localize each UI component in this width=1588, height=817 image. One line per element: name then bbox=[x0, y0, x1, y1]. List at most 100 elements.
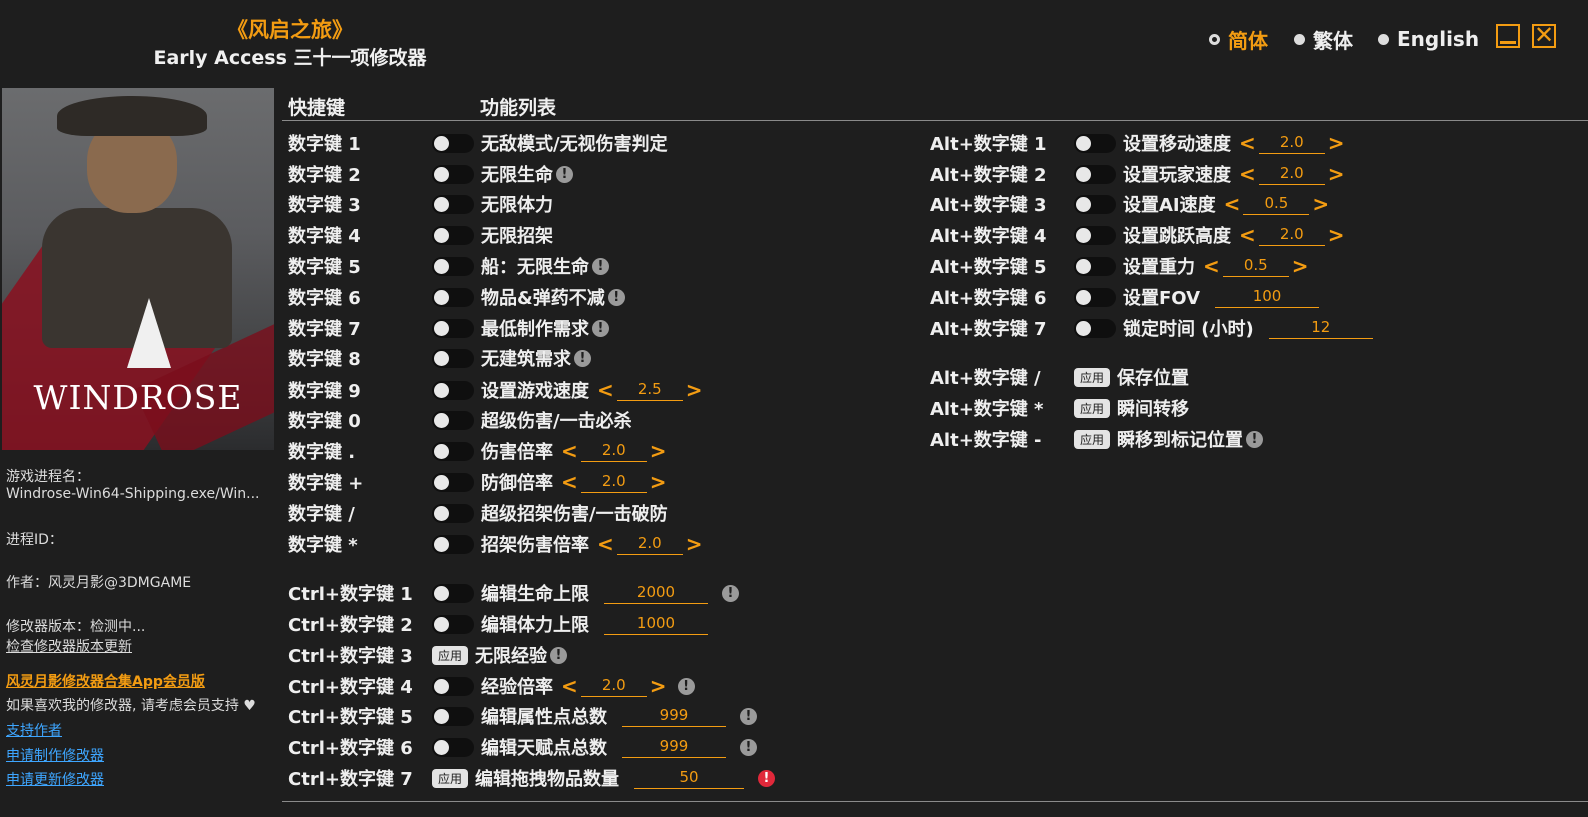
toggle-switch[interactable] bbox=[432, 348, 474, 368]
info-icon[interactable]: ! bbox=[592, 257, 609, 275]
toggle-knob bbox=[434, 443, 449, 459]
lang-option-traditional[interactable]: 繁体 bbox=[1294, 26, 1353, 53]
toggle-switch[interactable] bbox=[432, 503, 474, 523]
decrease-arrow-icon[interactable]: < bbox=[1239, 164, 1256, 184]
radio-selected-icon[interactable] bbox=[1209, 33, 1220, 45]
increase-arrow-icon[interactable]: > bbox=[650, 472, 667, 492]
warning-icon[interactable]: ! bbox=[758, 769, 776, 787]
request-make-link[interactable]: 申请制作修改器 bbox=[6, 745, 104, 765]
increase-arrow-icon[interactable]: > bbox=[650, 441, 667, 461]
support-author-link[interactable]: 支持作者 bbox=[6, 720, 62, 740]
info-icon[interactable]: ! bbox=[607, 288, 625, 306]
apply-button[interactable]: 应用 bbox=[1074, 367, 1111, 387]
function-name: 编辑拖拽物品数量 bbox=[475, 769, 620, 790]
toggle-switch[interactable] bbox=[432, 676, 474, 696]
toggle-switch[interactable] bbox=[432, 737, 474, 757]
apply-button[interactable]: 应用 bbox=[432, 768, 469, 788]
decrease-arrow-icon[interactable]: < bbox=[1224, 194, 1241, 214]
toggle-switch[interactable] bbox=[432, 133, 474, 153]
decrease-arrow-icon[interactable]: < bbox=[1239, 225, 1256, 245]
minimize-icon[interactable] bbox=[1496, 24, 1520, 48]
value-input[interactable]: 2.0 bbox=[580, 675, 647, 697]
decrease-arrow-icon[interactable]: < bbox=[1239, 133, 1256, 153]
decrease-arrow-icon[interactable]: < bbox=[561, 441, 578, 461]
toggle-switch[interactable] bbox=[432, 318, 474, 338]
toggle-knob bbox=[1076, 227, 1091, 243]
toggle-switch[interactable] bbox=[1074, 194, 1116, 214]
increase-arrow-icon[interactable]: > bbox=[1292, 256, 1309, 276]
toggle-switch[interactable] bbox=[432, 256, 474, 276]
toggle-switch[interactable] bbox=[1074, 287, 1116, 307]
decrease-arrow-icon[interactable]: < bbox=[561, 472, 578, 492]
value-input[interactable]: 12 bbox=[1268, 317, 1373, 339]
value-input[interactable]: 0.5 bbox=[1222, 255, 1289, 277]
toggle-switch[interactable] bbox=[1074, 256, 1116, 276]
value-input[interactable]: 2.0 bbox=[1258, 163, 1325, 185]
value-input[interactable]: 2.5 bbox=[616, 379, 683, 401]
value-input[interactable]: 1000 bbox=[604, 613, 708, 635]
apply-button[interactable]: 应用 bbox=[1074, 429, 1111, 449]
lang-option-english[interactable]: English bbox=[1378, 26, 1479, 52]
decrease-arrow-icon[interactable]: < bbox=[561, 676, 578, 696]
apply-button[interactable]: 应用 bbox=[432, 645, 469, 665]
info-icon[interactable]: ! bbox=[574, 349, 591, 367]
toggle-switch[interactable] bbox=[432, 706, 474, 726]
close-icon[interactable]: ✕ bbox=[1532, 23, 1556, 48]
hotkey-label: 数字键 + bbox=[288, 473, 364, 494]
request-update-link[interactable]: 申请更新修改器 bbox=[6, 769, 104, 789]
increase-arrow-icon[interactable]: > bbox=[1328, 133, 1345, 153]
value-input[interactable]: 2.0 bbox=[580, 471, 647, 493]
hotkey-column-header: 快捷键 bbox=[288, 97, 346, 119]
value-input[interactable]: 100 bbox=[1215, 286, 1320, 308]
value-input[interactable]: 2.0 bbox=[1258, 224, 1325, 246]
toggle-switch[interactable] bbox=[432, 410, 474, 430]
info-icon[interactable]: ! bbox=[740, 707, 757, 725]
info-icon[interactable]: ! bbox=[740, 738, 757, 756]
toggle-switch[interactable] bbox=[432, 534, 474, 554]
value-input[interactable]: 2.0 bbox=[1258, 132, 1325, 154]
increase-arrow-icon[interactable]: > bbox=[650, 676, 667, 696]
toggle-switch[interactable] bbox=[432, 194, 474, 214]
toggle-switch[interactable] bbox=[432, 441, 474, 461]
info-icon[interactable]: ! bbox=[722, 584, 739, 602]
toggle-switch[interactable] bbox=[432, 225, 474, 245]
decrease-arrow-icon[interactable]: < bbox=[597, 380, 614, 400]
toggle-switch[interactable] bbox=[432, 287, 474, 307]
increase-arrow-icon[interactable]: > bbox=[1328, 164, 1345, 184]
function-name: 设置玩家速度 bbox=[1123, 165, 1231, 186]
increase-arrow-icon[interactable]: > bbox=[1312, 194, 1329, 214]
toggle-switch[interactable] bbox=[432, 472, 474, 492]
check-update-link[interactable]: 检查修改器版本更新 bbox=[6, 636, 132, 656]
radio-icon[interactable] bbox=[1294, 33, 1305, 45]
info-icon[interactable]: ! bbox=[1246, 430, 1264, 448]
toggle-switch[interactable] bbox=[1074, 164, 1116, 184]
toggle-switch[interactable] bbox=[432, 164, 474, 184]
toggle-switch[interactable] bbox=[1074, 318, 1116, 338]
radio-icon[interactable] bbox=[1378, 33, 1389, 45]
function-name: 瞬移到标记位置 bbox=[1117, 430, 1244, 451]
value-input[interactable]: 2.0 bbox=[616, 533, 683, 555]
value-input[interactable]: 999 bbox=[622, 705, 726, 727]
app-member-link[interactable]: 风灵月影修改器合集App会员版 bbox=[6, 671, 205, 691]
lang-option-simplified[interactable]: 简体 bbox=[1209, 26, 1268, 53]
toggle-switch[interactable] bbox=[432, 380, 474, 400]
info-icon[interactable]: ! bbox=[556, 165, 573, 183]
apply-button[interactable]: 应用 bbox=[1074, 398, 1111, 418]
increase-arrow-icon[interactable]: > bbox=[686, 534, 703, 554]
info-icon[interactable]: ! bbox=[550, 646, 568, 664]
value-input[interactable]: 0.5 bbox=[1243, 193, 1310, 215]
decrease-arrow-icon[interactable]: < bbox=[1203, 256, 1220, 276]
toggle-switch[interactable] bbox=[432, 614, 474, 634]
info-icon[interactable]: ! bbox=[592, 319, 609, 337]
increase-arrow-icon[interactable]: > bbox=[686, 380, 703, 400]
value-input[interactable]: 999 bbox=[622, 736, 726, 758]
value-input[interactable]: 2.0 bbox=[580, 440, 647, 462]
increase-arrow-icon[interactable]: > bbox=[1328, 225, 1345, 245]
toggle-switch[interactable] bbox=[432, 583, 474, 603]
toggle-switch[interactable] bbox=[1074, 225, 1116, 245]
info-icon[interactable]: ! bbox=[677, 677, 695, 695]
value-input[interactable]: 50 bbox=[634, 767, 745, 789]
toggle-switch[interactable] bbox=[1074, 133, 1116, 153]
value-input[interactable]: 2000 bbox=[604, 582, 708, 604]
decrease-arrow-icon[interactable]: < bbox=[597, 534, 614, 554]
